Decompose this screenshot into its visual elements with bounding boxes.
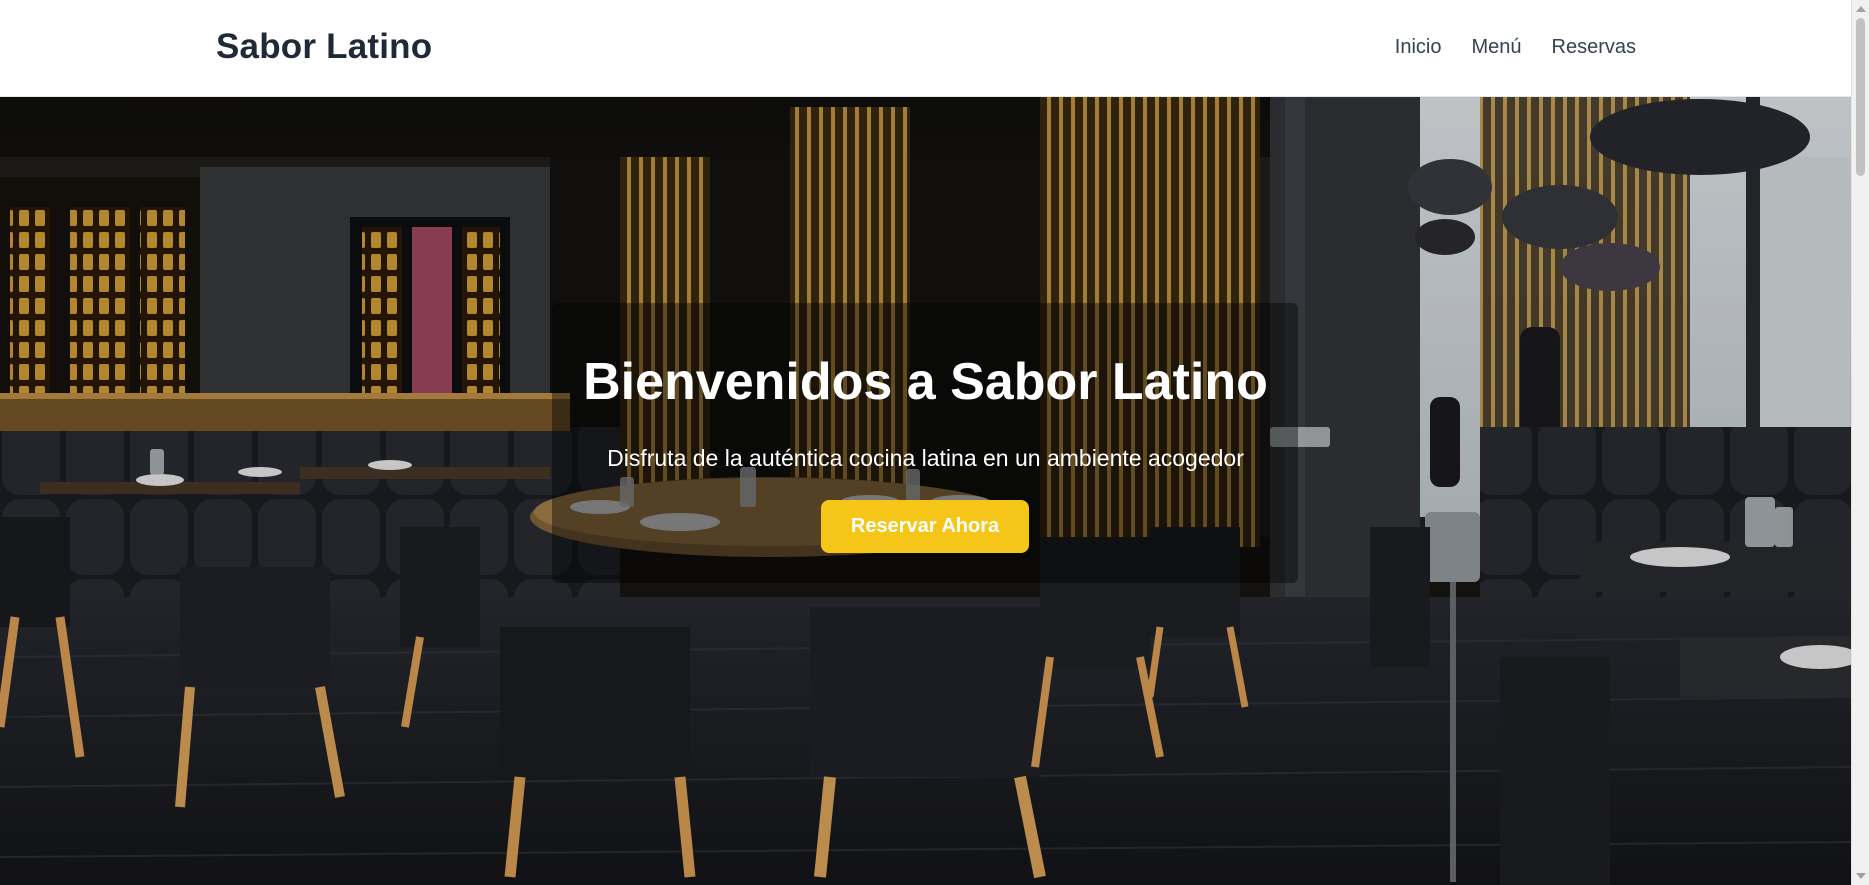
nav-link-reservas[interactable]: Reservas: [1552, 36, 1636, 59]
site-header: Sabor Latino Inicio Menú Reservas: [0, 0, 1851, 97]
vertical-scrollbar[interactable]: [1851, 0, 1869, 885]
hero-section: Bienvenidos a Sabor Latino Disfruta de l…: [0, 97, 1851, 885]
reserve-now-button[interactable]: Reservar Ahora: [821, 500, 1029, 553]
nav-link-inicio[interactable]: Inicio: [1395, 36, 1442, 59]
scroll-up-icon[interactable]: [1856, 6, 1866, 12]
scrollbar-thumb[interactable]: [1856, 18, 1865, 176]
page: Sabor Latino Inicio Menú Reservas Bienve…: [0, 0, 1869, 885]
brand-logo[interactable]: Sabor Latino: [216, 27, 432, 67]
nav-link-menu[interactable]: Menú: [1471, 36, 1521, 59]
hero-subtitle: Disfruta de la auténtica cocina latina e…: [607, 445, 1244, 471]
main-nav: Inicio Menú Reservas: [1395, 36, 1636, 59]
hero-title: Bienvenidos a Sabor Latino: [583, 353, 1268, 411]
scroll-down-icon[interactable]: [1856, 873, 1866, 879]
